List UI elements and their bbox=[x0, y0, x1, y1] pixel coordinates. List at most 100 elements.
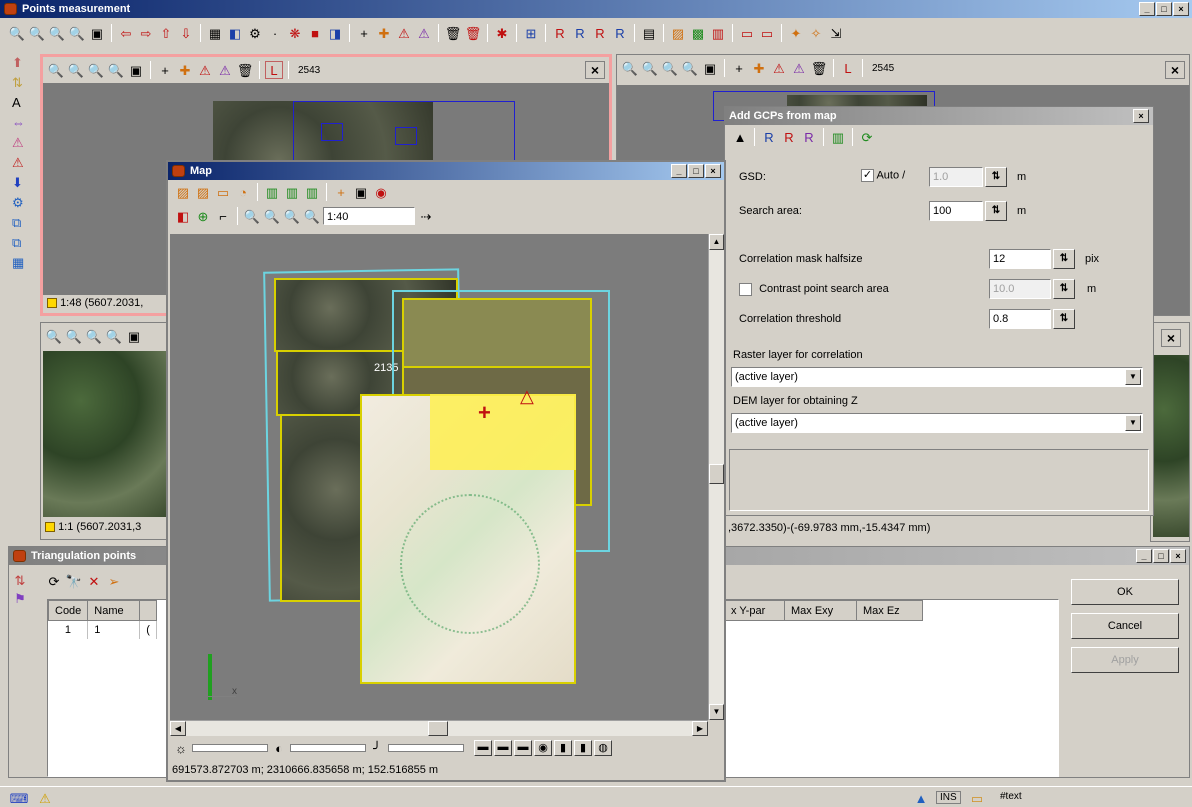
zoom-area-icon[interactable]: 🔍 bbox=[68, 24, 86, 42]
trash-icon[interactable]: 🗑 bbox=[810, 59, 828, 77]
map-icon[interactable]: ▨ bbox=[669, 24, 687, 42]
maximize-button[interactable]: □ bbox=[688, 164, 704, 178]
triangle-point-icon[interactable]: ⚠ bbox=[196, 61, 214, 79]
triangle-point-2-icon[interactable]: ⚠ bbox=[790, 59, 808, 77]
r-icon[interactable]: R bbox=[551, 24, 569, 42]
col-code[interactable]: Code bbox=[47, 600, 89, 621]
delete-icon[interactable]: ✕ bbox=[85, 572, 103, 590]
table-row[interactable]: 1 1 ( bbox=[48, 620, 157, 639]
dem-layer-select[interactable]: (active layer) ▼ bbox=[731, 413, 1143, 433]
arrow-up-icon[interactable]: ⇧ bbox=[157, 24, 175, 42]
l-icon[interactable]: L bbox=[265, 61, 283, 79]
r-add-icon[interactable]: R bbox=[760, 128, 778, 146]
search-area-spin[interactable]: ⇅ bbox=[985, 201, 1007, 221]
maximize-button[interactable]: □ bbox=[1156, 2, 1172, 16]
window-icon[interactable]: ◧ bbox=[174, 207, 192, 225]
target-icon[interactable]: ◉ bbox=[372, 183, 390, 201]
point-up-icon[interactable]: ⬆ bbox=[12, 56, 30, 74]
col-max-ez[interactable]: Max Ez bbox=[856, 600, 923, 621]
cancel-button[interactable]: Cancel bbox=[1071, 613, 1179, 639]
dropdown-arrow-icon[interactable]: · bbox=[266, 24, 284, 42]
grid-icon[interactable]: ▣ bbox=[352, 183, 370, 201]
scroll-up-button[interactable]: ▲ bbox=[709, 234, 724, 250]
sort-icon[interactable]: ⇅ bbox=[11, 571, 29, 589]
report-icon[interactable]: ▤ bbox=[640, 24, 658, 42]
layer-icon[interactable]: ◧ bbox=[226, 24, 244, 42]
zoom-out-icon[interactable]: 🔍 bbox=[67, 61, 85, 79]
cross-icon[interactable]: ✱ bbox=[493, 24, 511, 42]
map-canvas[interactable]: 2135 + △ x bbox=[170, 234, 708, 720]
arrow-left-icon[interactable]: ⇦ bbox=[117, 24, 135, 42]
zoom-box-icon[interactable]: ▣ bbox=[701, 59, 719, 77]
zoom-box-icon[interactable]: ▣ bbox=[127, 61, 145, 79]
add-point-2-icon[interactable]: ✚ bbox=[750, 59, 768, 77]
grid-2-icon[interactable]: ▩ bbox=[689, 24, 707, 42]
trash-icon[interactable]: 🗑 bbox=[444, 24, 462, 42]
zoom-in-icon[interactable]: 🔍 bbox=[621, 59, 639, 77]
zoom-fit-icon[interactable]: 🔍 bbox=[48, 24, 66, 42]
chevron-down-icon[interactable]: ▼ bbox=[1125, 369, 1141, 385]
minimize-button[interactable]: _ bbox=[1139, 2, 1155, 16]
close-button[interactable]: × bbox=[1170, 549, 1186, 563]
r-question-icon[interactable]: R bbox=[611, 24, 629, 42]
channel-button[interactable]: ▬ bbox=[494, 740, 512, 756]
add-point-2-icon[interactable]: ✚ bbox=[375, 24, 393, 42]
channel-button[interactable]: ▬ bbox=[474, 740, 492, 756]
search-area-input[interactable]: 100 bbox=[929, 201, 983, 221]
crosshair-icon[interactable]: ⊕ bbox=[194, 207, 212, 225]
grid-layout-icon[interactable]: ▦ bbox=[12, 256, 30, 274]
link-icon[interactable]: ❋ bbox=[286, 24, 304, 42]
pan-icon[interactable]: ⇢ bbox=[417, 207, 435, 225]
filter-icon[interactable]: ⚑ bbox=[11, 589, 29, 607]
contrast-checkbox[interactable]: Contrast point search area bbox=[739, 283, 889, 296]
scroll-left-button[interactable]: ◀ bbox=[170, 721, 186, 736]
col-y-par[interactable]: x Y-par bbox=[724, 600, 785, 621]
zoom-out-icon[interactable]: 🔍 bbox=[263, 207, 281, 225]
zoom-area-icon[interactable]: 🔍 bbox=[303, 207, 321, 225]
corr-threshold-spin[interactable]: ⇅ bbox=[1053, 309, 1075, 329]
corr-mask-input[interactable]: 12 bbox=[989, 249, 1051, 269]
zoom-area-icon[interactable]: 🔍 bbox=[107, 61, 125, 79]
folder-icon[interactable]: ▭ bbox=[214, 183, 232, 201]
color-icon[interactable]: ◨ bbox=[326, 24, 344, 42]
zoom-area-icon[interactable]: 🔍 bbox=[681, 59, 699, 77]
gamma-slider[interactable] bbox=[388, 744, 464, 752]
export-icon[interactable]: ⇲ bbox=[827, 24, 845, 42]
maximize-button[interactable]: □ bbox=[1153, 549, 1169, 563]
trash-2-icon[interactable]: 🗑 bbox=[464, 24, 482, 42]
gcp-triangle-icon[interactable]: △ bbox=[520, 386, 534, 407]
zoom-fit-icon[interactable]: 🔍 bbox=[283, 207, 301, 225]
arrow-right-icon[interactable]: ⇨ bbox=[137, 24, 155, 42]
minimize-button[interactable]: _ bbox=[1136, 549, 1152, 563]
settings-icon[interactable]: ⚙ bbox=[246, 24, 264, 42]
refresh-icon[interactable]: ⟳ bbox=[858, 128, 876, 146]
corr-threshold-input[interactable]: 0.8 bbox=[989, 309, 1051, 329]
corr-mask-spin[interactable]: ⇅ bbox=[1053, 249, 1075, 269]
add-point-icon[interactable]: + bbox=[156, 61, 174, 79]
triangle-point-icon[interactable]: ⚠ bbox=[770, 59, 788, 77]
scale-input[interactable]: 1:40 bbox=[323, 207, 415, 225]
chevron-down-icon[interactable]: ▼ bbox=[1125, 415, 1141, 431]
window-icon[interactable]: ▭ bbox=[738, 24, 756, 42]
apply-button[interactable]: Apply bbox=[1071, 647, 1179, 673]
r-plus-icon[interactable]: R bbox=[571, 24, 589, 42]
copy-window-2-icon[interactable]: ⧉ bbox=[12, 236, 30, 254]
trash-icon[interactable]: 🗑 bbox=[236, 61, 254, 79]
add-point-2-icon[interactable]: ✚ bbox=[176, 61, 194, 79]
measure-icon[interactable]: ⊞ bbox=[522, 24, 540, 42]
auto-checkbox[interactable]: ✓ Auto / bbox=[861, 169, 905, 182]
warning-icon[interactable]: ⚠ bbox=[36, 789, 54, 807]
zoom-out-icon[interactable]: 🔍 bbox=[65, 327, 83, 345]
zoom-area-icon[interactable]: 🔍 bbox=[105, 327, 123, 345]
zoom-box-icon[interactable]: ▣ bbox=[125, 327, 143, 345]
copy-window-icon[interactable]: ⧉ bbox=[12, 216, 30, 234]
globe-icon[interactable]: ◔ bbox=[234, 183, 252, 201]
point-a-icon[interactable]: A bbox=[12, 96, 30, 114]
close-view-button[interactable]: × bbox=[1165, 61, 1185, 79]
find-icon[interactable]: 🔭 bbox=[65, 572, 83, 590]
contrast-spin[interactable]: ⇅ bbox=[1053, 279, 1075, 299]
view-icon[interactable]: ◍ bbox=[594, 740, 612, 756]
zoom-in-icon[interactable]: 🔍 bbox=[8, 24, 26, 42]
close-button[interactable]: × bbox=[1133, 109, 1149, 123]
point-tool-icon[interactable]: ✦ bbox=[787, 24, 805, 42]
